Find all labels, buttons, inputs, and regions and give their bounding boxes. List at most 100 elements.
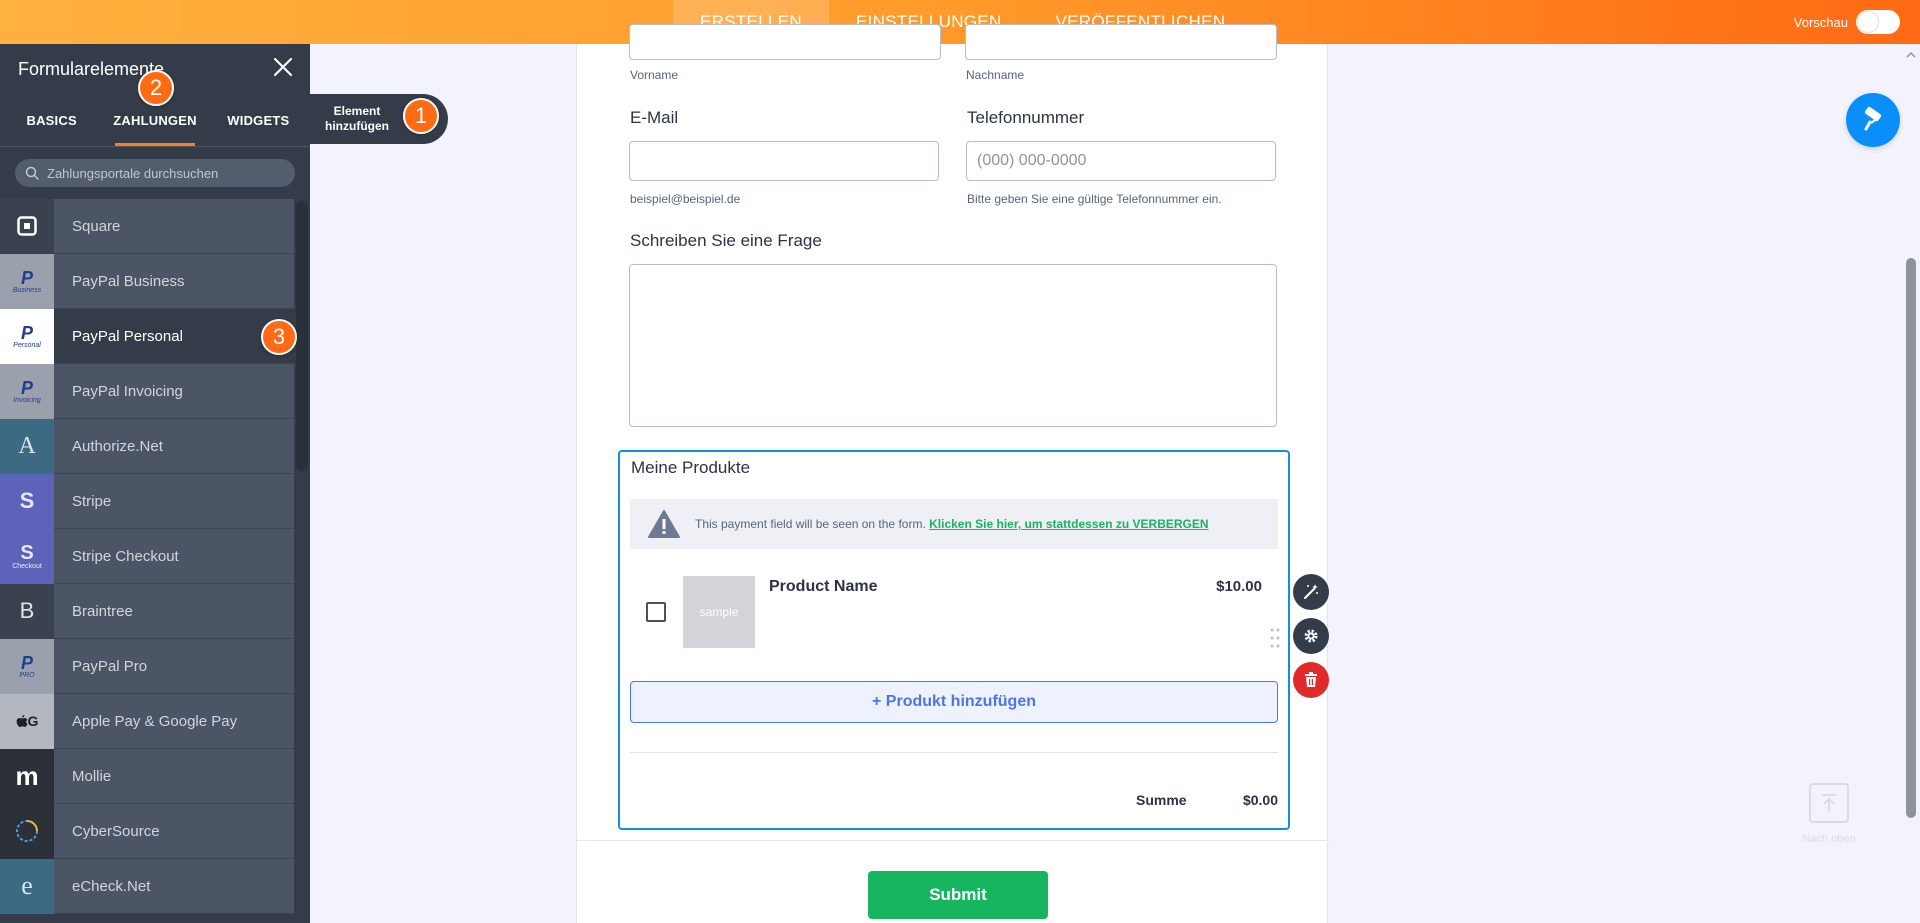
sidebar-item-mollie[interactable]: m Mollie: [0, 748, 294, 804]
magic-wand-icon: [1304, 584, 1318, 599]
close-sidebar-button[interactable]: [272, 56, 294, 78]
sidebar-item-stripe[interactable]: S Stripe: [0, 473, 294, 529]
drag-handle[interactable]: [1270, 628, 1280, 648]
sidebar-item-label: Mollie: [72, 767, 112, 785]
sidebar-item-label: Square: [72, 217, 121, 235]
preview-control: Vorschau: [1794, 10, 1900, 34]
sidebar-scrollbar[interactable]: [296, 201, 308, 471]
product-image: sample: [683, 576, 755, 648]
phone-sublabel: Bitte geben Sie eine gültige Telefonnumm…: [967, 192, 1222, 206]
sidebar-item-paypal-invoicing[interactable]: P Invoicing PayPal Invoicing: [0, 363, 294, 419]
email-field[interactable]: [629, 141, 939, 181]
close-icon: [273, 57, 293, 77]
product-checkbox[interactable]: [646, 602, 666, 622]
submit-button[interactable]: Submit: [868, 871, 1048, 919]
first-name-sublabel: Vorname: [630, 68, 679, 82]
product-name: Product Name: [769, 578, 878, 595]
paypal-personal-icon: P Personal: [0, 308, 54, 364]
page-scroll-thumb[interactable]: [1906, 258, 1916, 818]
icon-sublabel: Invoicing: [13, 396, 41, 404]
paypal-pro-icon: P PRO: [0, 638, 54, 694]
first-name-input[interactable]: [629, 24, 941, 60]
search-box: [15, 159, 295, 187]
sidebar-item-label: Stripe: [72, 492, 112, 510]
phone-field[interactable]: [966, 141, 1276, 181]
search-area: [0, 146, 310, 198]
warning-icon: [648, 510, 680, 538]
sidebar-item-paypal-pro[interactable]: P PRO PayPal Pro: [0, 638, 294, 694]
preview-toggle[interactable]: [1856, 10, 1900, 34]
question-textarea[interactable]: [629, 264, 1277, 427]
back-to-top-box: [1809, 783, 1849, 823]
apple-icon: [16, 715, 28, 727]
square-icon: [0, 198, 54, 254]
sidebar-item-label: PayPal Pro: [72, 657, 148, 675]
sidebar-item-label: Braintree: [72, 602, 133, 620]
icon-glyph: G: [27, 713, 39, 729]
step-badge-2: 2: [138, 70, 174, 106]
authorize-net-icon: A: [0, 418, 54, 474]
sidebar-item-apple-google-pay[interactable]: G Apple Pay & Google Pay: [0, 693, 294, 749]
tab-widgets[interactable]: WIDGETS: [207, 94, 310, 146]
toggle-knob: [1858, 12, 1878, 32]
icon-sublabel: Checkout: [12, 562, 42, 570]
sidebar-item-echeck-net[interactable]: e eCheck.Net: [0, 858, 294, 914]
stripe-checkout-icon: S Checkout: [0, 528, 54, 584]
paint-roller-icon: [1864, 106, 1882, 131]
sidebar-item-label: Stripe Checkout: [72, 547, 179, 565]
payment-field-block[interactable]: Meine Produkte This payment field will b…: [618, 450, 1290, 830]
paypal-business-icon: P Business: [0, 253, 54, 309]
form-elements-sidebar: Formularelemente BASICS ZAHLUNGEN WIDGET…: [0, 44, 310, 923]
form-footer-divider: [577, 840, 1329, 841]
warning-message: This payment field will be seen on the f…: [695, 517, 926, 531]
icon-sublabel: Personal: [13, 341, 41, 349]
add-element-line1: Element: [333, 104, 381, 118]
sidebar-item-braintree[interactable]: B Braintree: [0, 583, 294, 639]
phone-label: Telefonnummer: [967, 108, 1085, 127]
sidebar-item-label: Authorize.Net: [72, 437, 163, 455]
sidebar-item-cybersource[interactable]: CyberSource: [0, 803, 294, 859]
scroll-up-arrow-icon: [1906, 51, 1916, 58]
form-canvas: Vorname Nachname E-Mail beispiel@beispie…: [576, 24, 1329, 923]
back-to-top-button[interactable]: Nach oben: [1799, 783, 1859, 847]
last-name-input[interactable]: [965, 24, 1277, 60]
preview-label: Vorschau: [1793, 14, 1848, 30]
field-tools: [1293, 574, 1329, 698]
sidebar-item-label: Apple Pay & Google Pay: [72, 712, 238, 730]
cybersource-icon: [0, 803, 54, 859]
tab-basics[interactable]: BASICS: [0, 94, 103, 146]
search-input[interactable]: [47, 165, 287, 181]
top-bar: ERSTELLEN EINSTELLUNGEN VERÖFFENTLICHEN …: [0, 0, 1920, 44]
field-wand-button[interactable]: [1293, 574, 1329, 610]
payment-integrations-list: Square P Business PayPal Business P Pers…: [0, 198, 294, 914]
sidebar-item-label: PayPal Personal: [72, 327, 183, 345]
hide-payment-link[interactable]: Klicken Sie hier, um stattdessen zu VERB…: [929, 517, 1208, 531]
paypal-invoicing-icon: P Invoicing: [0, 363, 54, 419]
step-badge-1: 1: [403, 98, 439, 134]
add-element-line2: hinzufügen: [325, 119, 389, 133]
sidebar-item-square[interactable]: Square: [0, 198, 294, 254]
form-designer-button[interactable]: [1846, 93, 1900, 147]
mollie-icon: m: [0, 748, 54, 804]
echeck-net-icon: e: [0, 858, 54, 914]
add-product-button[interactable]: + Produkt hinzufügen: [630, 681, 1278, 723]
sidebar-item-paypal-personal[interactable]: P Personal PayPal Personal: [0, 308, 294, 364]
field-delete-button[interactable]: [1293, 662, 1329, 698]
sidebar-item-label: CyberSource: [72, 822, 160, 840]
question-label: Schreiben Sie eine Frage: [630, 231, 822, 250]
search-icon: [25, 166, 39, 180]
page-scrollbar[interactable]: [1904, 44, 1918, 923]
last-name-sublabel: Nachname: [966, 68, 1025, 82]
apple-google-pay-icon: G: [0, 693, 54, 749]
arrow-up-icon: [1822, 794, 1836, 812]
sum-label: Summe: [1136, 792, 1187, 808]
sidebar-item-authorize-net[interactable]: A Authorize.Net: [0, 418, 294, 474]
sum-value: $0.00: [1242, 792, 1278, 808]
email-sublabel: beispiel@beispiel.de: [630, 192, 741, 206]
payment-title: Meine Produkte: [631, 458, 751, 477]
sidebar-item-stripe-checkout[interactable]: S Checkout Stripe Checkout: [0, 528, 294, 584]
sidebar-item-paypal-business[interactable]: P Business PayPal Business: [0, 253, 294, 309]
field-settings-button[interactable]: [1293, 618, 1329, 654]
payment-warning: This payment field will be seen on the f…: [630, 499, 1278, 549]
sidebar-item-label: PayPal Business: [72, 272, 185, 290]
